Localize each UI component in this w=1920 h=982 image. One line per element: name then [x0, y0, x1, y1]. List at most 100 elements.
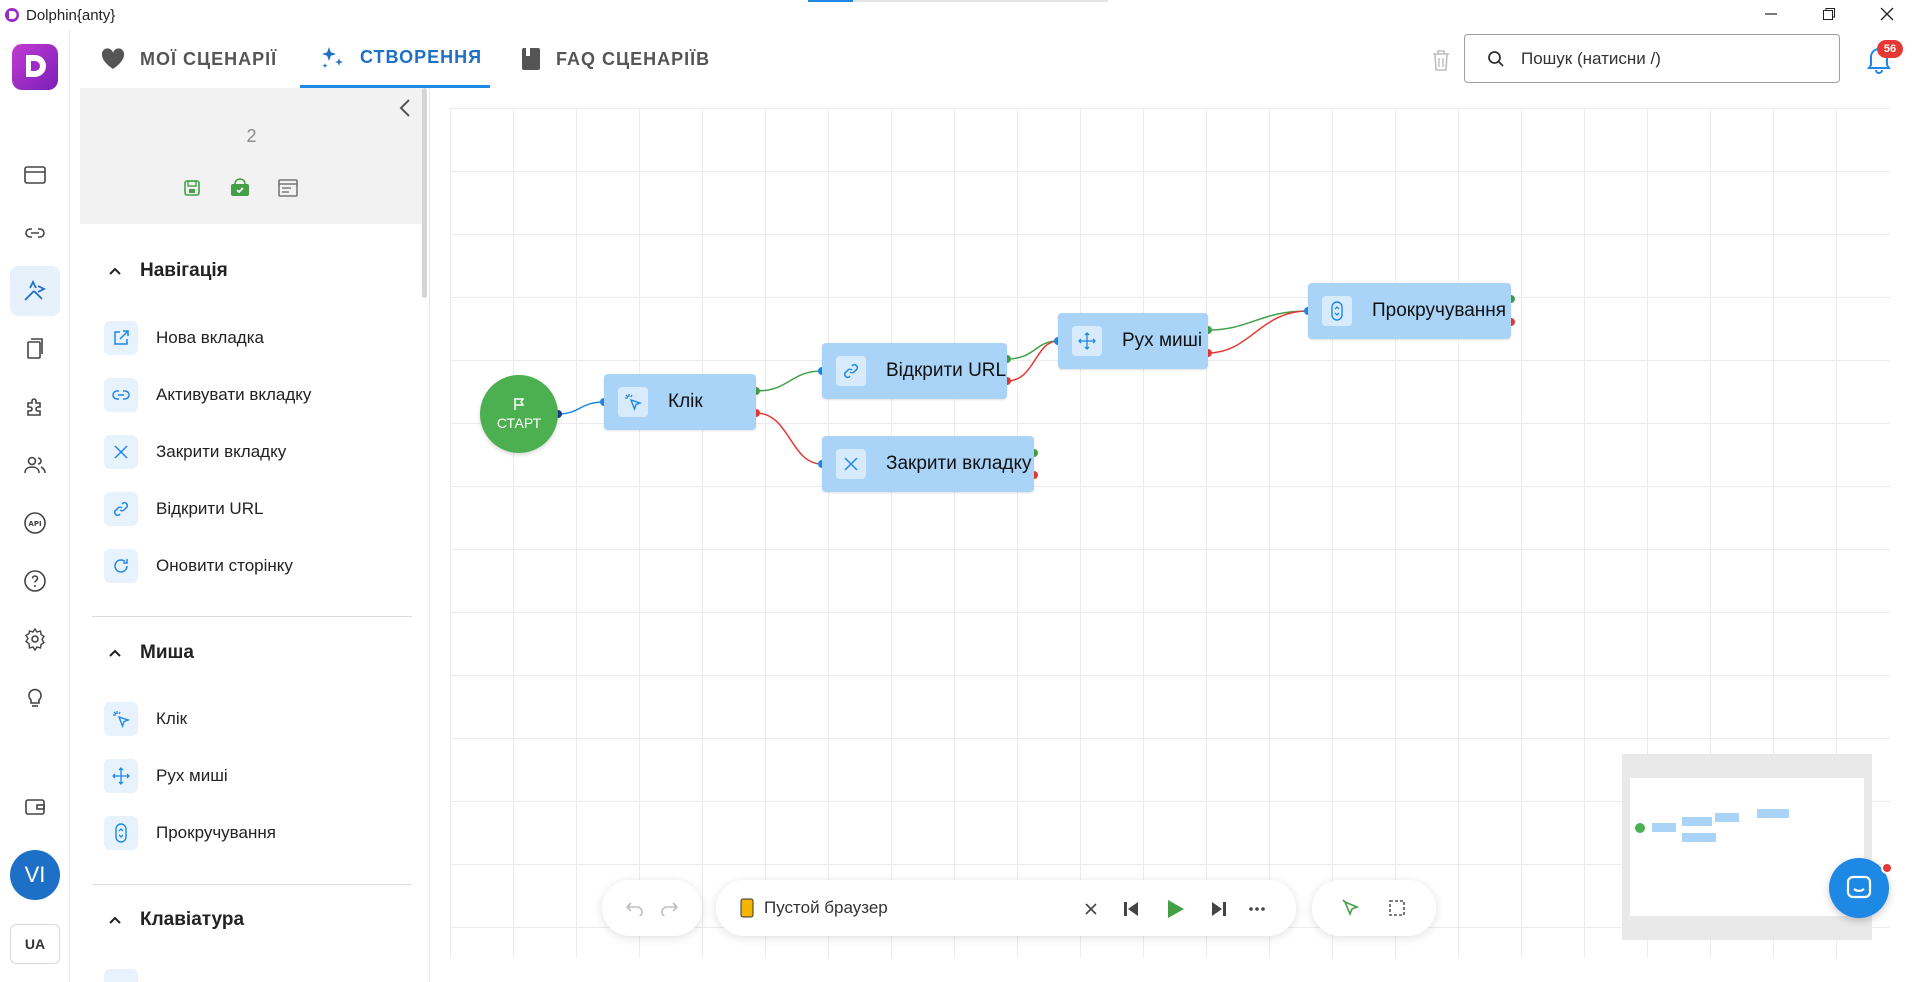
action-activate-tab[interactable]: Активувати вкладку — [104, 377, 311, 413]
redo-icon[interactable] — [659, 900, 679, 916]
area-select-tool-button[interactable] — [1387, 898, 1407, 918]
dolphin-logo[interactable] — [12, 44, 58, 90]
rail-help[interactable] — [10, 556, 60, 606]
node-label: Рух миші — [1122, 330, 1203, 351]
user-avatar[interactable]: VI — [10, 850, 60, 900]
action-new-tab[interactable]: Нова вкладка — [104, 320, 264, 356]
action-partial[interactable] — [104, 968, 138, 982]
play-icon — [1168, 900, 1184, 918]
action-reload-page[interactable]: Оновити сторінку — [104, 548, 293, 584]
action-label: Клік — [156, 709, 188, 728]
refresh-icon — [114, 559, 128, 573]
rail-proxy[interactable] — [10, 208, 60, 258]
action-scroll[interactable]: Прокручування — [104, 815, 276, 851]
save-icon — [184, 180, 200, 196]
tab-create[interactable]: СТВОРЕННЯ — [300, 30, 490, 88]
section-toggle[interactable]: Миша — [108, 638, 194, 668]
search-input[interactable]: Пошук (натисни /) — [1464, 34, 1840, 83]
action-click[interactable]: Клік — [104, 701, 187, 737]
minimap-viewport[interactable] — [1630, 778, 1864, 916]
chat-icon — [1846, 875, 1872, 899]
proxy-link-icon — [25, 228, 45, 238]
minimize-icon — [1765, 13, 1777, 15]
skip-back-icon — [1124, 902, 1138, 916]
section-toggle[interactable]: Клавіатура — [108, 905, 244, 935]
node-mouse-move[interactable]: Рух миші — [1058, 313, 1208, 369]
rail-api[interactable]: API — [10, 498, 60, 548]
rail-ideas[interactable] — [10, 672, 60, 722]
node-label: Прокручування — [1372, 300, 1507, 321]
more-horizontal-icon — [1249, 907, 1265, 911]
language-switch[interactable]: UA — [10, 924, 60, 964]
browser-profile-icon — [740, 898, 754, 918]
clear-browser-button[interactable] — [1076, 894, 1106, 924]
action-open-url[interactable]: Відкрити URL — [104, 491, 263, 527]
loading-progress-fill — [808, 0, 853, 2]
node-close-tab[interactable]: Закрити вкладку — [822, 436, 1034, 492]
rail-scenarios[interactable] — [10, 266, 60, 316]
panel-scrollbar[interactable] — [422, 88, 427, 298]
section-toggle[interactable]: Навігація — [108, 256, 228, 286]
restore-button[interactable] — [1806, 0, 1852, 28]
scenario-tabs: МОЇ СЦЕНАРІЇ СТВОРЕННЯ FAQ СЦЕНАРІЇВ — [80, 30, 780, 88]
node-click[interactable]: Клік — [604, 374, 756, 430]
rail-bookmarks[interactable] — [10, 324, 60, 374]
rail-users[interactable] — [10, 440, 60, 490]
rail-extensions[interactable] — [10, 382, 60, 432]
close-icon — [1085, 903, 1097, 915]
rail-wallet[interactable] — [10, 782, 60, 832]
tab-my-scenarios[interactable]: МОЇ СЦЕНАРІЇ — [80, 30, 290, 88]
help-icon — [24, 570, 46, 592]
close-icon — [844, 457, 858, 471]
action-label: Закрити вкладку — [156, 442, 287, 461]
dolphin-logo-icon — [5, 8, 19, 22]
close-window-button[interactable] — [1864, 0, 1910, 28]
move-icon — [112, 767, 130, 785]
scenario-name[interactable]: 2 — [80, 126, 423, 147]
chevron-up-icon — [109, 649, 121, 657]
bookmarks-icon — [27, 338, 43, 359]
action-close-tab[interactable]: Закрити вкладку — [104, 434, 286, 470]
browser-profiles-icon — [24, 166, 46, 184]
support-chat-button[interactable] — [1829, 858, 1893, 918]
save-copy-button[interactable] — [226, 174, 254, 202]
section-divider — [92, 884, 412, 885]
node-scroll[interactable]: Прокручування — [1308, 283, 1511, 339]
start-label: СТАРТ — [496, 415, 542, 431]
browser-selector[interactable]: Пустой браузер — [740, 898, 888, 918]
new-tab-icon — [114, 330, 129, 345]
rail-settings[interactable] — [10, 614, 60, 664]
scenarios-icon — [24, 279, 47, 301]
dolphin-logo-icon — [26, 55, 46, 77]
rail-browser-profiles[interactable] — [10, 150, 60, 200]
action-mouse-move[interactable]: Рух миші — [104, 758, 228, 794]
form-icon — [278, 179, 298, 197]
search-placeholder: Пошук (натисни /) — [1521, 48, 1661, 68]
skip-forward-icon — [1212, 902, 1226, 916]
canvas-minimap[interactable] — [1622, 754, 1872, 940]
minimap-nodes — [1635, 809, 1789, 842]
save-button[interactable] — [178, 174, 206, 202]
tab-faq[interactable]: FAQ СЦЕНАРІЇВ — [500, 30, 750, 88]
start-node[interactable]: СТАРТ — [480, 375, 558, 453]
step-forward-button[interactable] — [1204, 894, 1234, 924]
run-button[interactable] — [1160, 894, 1190, 924]
step-back-button[interactable] — [1116, 894, 1146, 924]
action-label: Прокручування — [156, 823, 276, 842]
select-tool-button[interactable] — [1341, 898, 1361, 918]
action-label: Відкрити URL — [156, 499, 264, 518]
notifications-button[interactable]: 56 — [1865, 40, 1903, 78]
actions-panel: 2 Навігація Нова вкладка Активувати вкла… — [80, 88, 430, 982]
chevron-up-icon — [109, 267, 121, 275]
undo-icon[interactable] — [625, 900, 645, 916]
minimize-button[interactable] — [1748, 0, 1794, 28]
title-bar: Dolphin{anty} — [0, 0, 1920, 30]
canvas-tools — [1312, 880, 1436, 936]
users-icon — [24, 456, 46, 474]
delete-scenario-button[interactable] — [1430, 48, 1452, 72]
cursor-select-icon — [1342, 899, 1360, 917]
node-open-url[interactable]: Відкрити URL — [822, 343, 1007, 399]
more-options-button[interactable] — [1242, 894, 1272, 924]
scenario-settings-button[interactable] — [274, 174, 302, 202]
collapse-panel-button[interactable] — [398, 98, 412, 118]
